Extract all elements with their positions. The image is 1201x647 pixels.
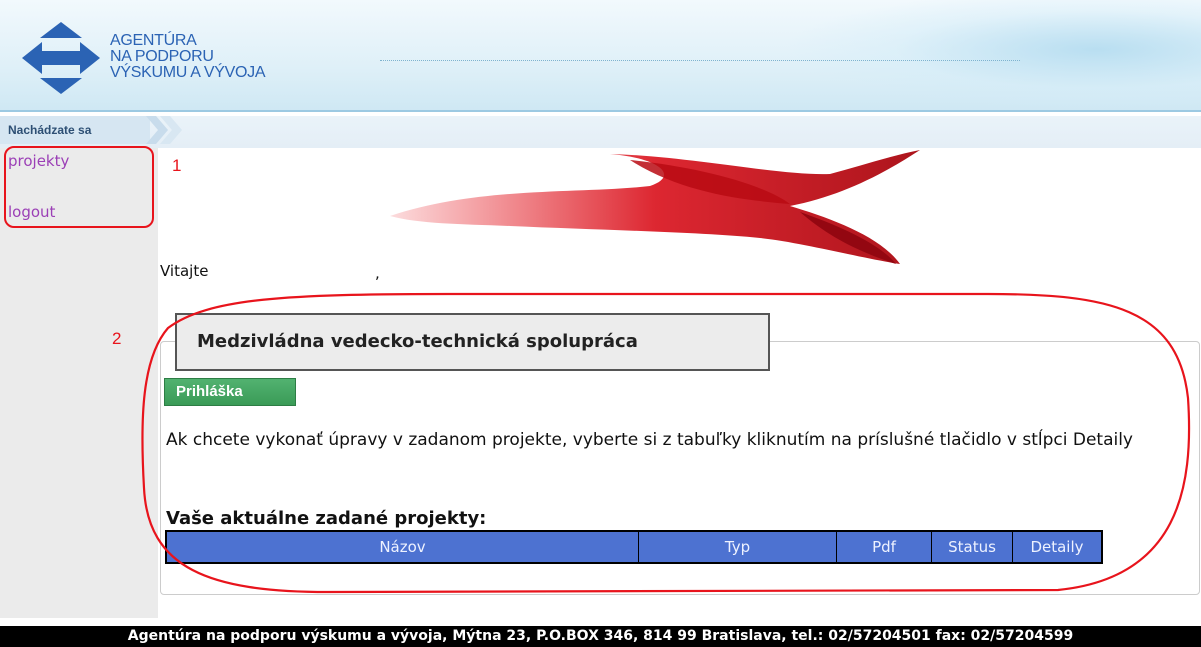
logo-line: VÝSKUMU A VÝVOJA: [110, 64, 266, 81]
annotation-number-1: 1: [172, 156, 182, 175]
breadcrumb-label: Nachádzate sa: [0, 116, 150, 144]
header-decoration: [781, 0, 1201, 110]
welcome-text: Vitajte: [160, 262, 209, 280]
page-footer: Agentúra na podporu výskumu a vývoja, Mý…: [0, 626, 1201, 647]
agency-logo-text: AGENTÚRA NA PODPORU VÝSKUMU A VÝVOJA: [110, 32, 266, 81]
welcome-suffix: ,: [375, 264, 380, 282]
header-dotted-line: [380, 60, 1020, 61]
agency-logo-icon: [22, 22, 100, 94]
annotation-number-2: 2: [112, 329, 122, 348]
annotation-box-1: [4, 146, 154, 228]
logo-line: NA PODPORU: [110, 48, 214, 65]
breadcrumb: Nachádzate sa: [0, 116, 1201, 148]
logo-line: AGENTÚRA: [110, 32, 197, 49]
annotation-ellipse-2: [141, 292, 1191, 594]
breadcrumb-chevron-icon: [146, 116, 182, 144]
red-brushstroke-decoration: [390, 150, 920, 264]
site-header: AGENTÚRA NA PODPORU VÝSKUMU A VÝVOJA: [0, 0, 1201, 112]
